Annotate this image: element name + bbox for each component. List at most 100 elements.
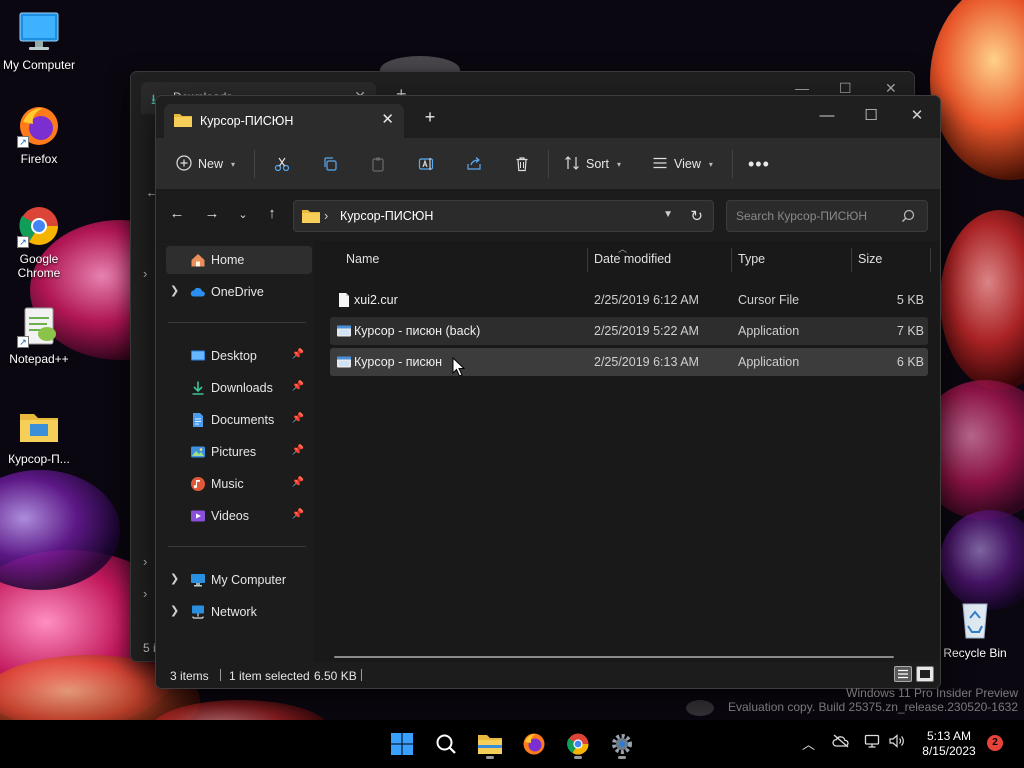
new-button[interactable]: New ▾ [176,150,235,178]
close-tab-icon[interactable]: ✕ [381,110,394,128]
chevron-right-icon[interactable]: ❯ [170,284,179,297]
more-options-icon[interactable]: ••• [748,150,770,178]
chrome-icon [567,733,589,755]
pin-icon[interactable]: 📌 [292,477,304,488]
taskbar-settings[interactable] [606,728,638,760]
chevron-down-icon: ▾ [616,159,621,169]
tiles-view-button[interactable] [916,666,934,682]
column-header-date[interactable]: Date modified [594,252,671,278]
sidebar-item-label: Documents [211,413,275,427]
view-button[interactable]: View ▾ [652,150,713,178]
details-view-button[interactable] [894,666,912,682]
sidebar-item-pictures[interactable]: Pictures 📌 [166,438,312,466]
taskbar-chrome[interactable] [562,728,594,760]
close-icon[interactable]: ✕ [894,102,940,132]
breadcrumb[interactable]: Курсор-ПИСЮН [340,209,433,223]
breadcrumb-chevron-icon[interactable]: › [324,208,328,223]
desktop-icon-firefox[interactable]: ↗ Firefox [0,104,78,166]
volume-icon[interactable] [888,734,906,751]
horizontal-scrollbar[interactable] [334,656,894,658]
sidebar-item-label: Pictures [211,445,257,459]
forward-arrow-icon[interactable]: → [201,205,223,222]
sidebar-item-home[interactable]: Home [166,246,312,274]
delete-button[interactable] [510,153,534,175]
file-type: Cursor File [738,293,800,307]
chevron-right-icon[interactable]: ❯ [170,604,179,617]
sidebar-item-network[interactable]: ❯ Network [166,598,312,626]
sidebar-item-label: My Computer [211,573,287,587]
column-header-type[interactable]: Type [738,252,765,278]
minimize-icon[interactable]: — [795,80,809,96]
running-indicator [574,756,582,759]
pin-icon[interactable]: 📌 [292,381,304,392]
desktop-icon-my-computer[interactable]: My Computer [0,10,78,72]
file-row[interactable]: Курсор - писюн (back) 2/25/2019 5:22 AM … [330,317,928,345]
desktop-icon-folder[interactable]: Курсор-П... [0,404,78,466]
minimize-icon[interactable]: — [804,102,850,132]
recent-locations-chevron-icon[interactable]: ⌄ [232,208,254,221]
sidebar-item-videos[interactable]: Videos 📌 [166,502,312,530]
sidebar-item-downloads[interactable]: Downloads 📌 [166,374,312,402]
status-bar: 3 items 1 item selected 6.50 KB [156,662,940,688]
pin-icon[interactable]: 📌 [292,349,304,360]
chevron-right-icon[interactable]: › [143,554,147,569]
home-icon [190,252,206,268]
column-header-size[interactable]: Size [858,252,882,278]
sidebar-item-documents[interactable]: Documents 📌 [166,406,312,434]
desktop-icon-label: Google Chrome [17,252,61,280]
clock[interactable]: 5:13 AM 8/15/2023 [912,729,986,759]
watermark-edition: Windows 11 Pro Insider Preview [846,686,1018,700]
file-name: Курсор - писюн [354,355,443,369]
new-tab-icon[interactable]: + [420,108,440,128]
pin-icon[interactable]: 📌 [292,445,304,456]
chevron-right-icon[interactable]: › [143,586,147,601]
title-bar[interactable]: Курсор-ПИСЮН ✕ + — ☐ ✕ [156,96,940,138]
back-arrow-icon[interactable]: ← [166,205,188,222]
pin-icon[interactable]: 📌 [292,509,304,520]
column-header-name[interactable]: Name [346,252,379,278]
sidebar-item-music[interactable]: Music 📌 [166,470,312,498]
chrome-icon: ↗ [17,204,61,248]
pin-icon[interactable]: 📌 [292,413,304,424]
chevron-right-icon[interactable]: ❯ [170,572,179,585]
taskbar-firefox[interactable] [518,728,550,760]
sort-button[interactable]: Sort ▾ [564,150,621,178]
notepadpp-icon: ↗ [17,304,61,348]
copy-button[interactable] [318,153,342,175]
desktop-icon-chrome[interactable]: ↗ Google Chrome [0,204,78,280]
rename-button[interactable] [414,153,438,175]
desktop-icon-recycle-bin[interactable]: Recycle Bin [936,598,1014,660]
sidebar-item-onedrive[interactable]: ❯ OneDrive [166,278,312,306]
file-name: xui2.cur [354,293,398,307]
document-icon [190,412,206,428]
sidebar-item-my-computer[interactable]: ❯ My Computer [166,566,312,594]
paste-button[interactable] [366,153,390,175]
file-size: 6 KB [896,355,924,369]
rename-icon [418,158,434,170]
desktop-icon-notepadpp[interactable]: ↗ Notepad++ [0,304,78,366]
cut-button[interactable] [270,153,294,175]
search-button[interactable] [430,728,462,760]
address-bar[interactable]: › Курсор-ПИСЮН ▼ ↻ [293,200,714,232]
search-input[interactable]: Search Курсор-ПИСЮН [726,200,928,232]
file-row[interactable]: Курсор - писюн 2/25/2019 6:13 AM Applica… [330,348,928,376]
up-arrow-icon[interactable]: ↑ [261,205,283,222]
maximize-icon[interactable]: ☐ [848,102,894,132]
file-explorer-window[interactable]: Курсор-ПИСЮН ✕ + — ☐ ✕ New ▾ Sort ▾ View… [155,95,941,689]
chevron-down-icon[interactable]: ▼ [663,209,673,220]
start-button[interactable] [386,728,418,760]
sidebar-item-desktop[interactable]: Desktop 📌 [166,342,312,370]
show-hidden-icons-chevron-icon[interactable]: ︿ [802,734,815,753]
folder-icon [174,113,192,130]
tab-kursor[interactable]: Курсор-ПИСЮН ✕ [164,104,404,138]
share-button[interactable] [462,153,486,175]
search-icon [436,734,456,754]
file-row[interactable]: xui2.cur 2/25/2019 6:12 AM Cursor File 5… [330,286,928,314]
shortcut-arrow-icon: ↗ [17,136,29,148]
onedrive-offline-icon[interactable] [832,734,850,751]
refresh-icon[interactable]: ↻ [690,207,703,225]
network-status-icon[interactable] [864,734,882,751]
notification-badge[interactable]: 2 [987,735,1003,751]
taskbar-file-explorer[interactable] [474,728,506,760]
chevron-right-icon[interactable]: › [143,266,147,281]
